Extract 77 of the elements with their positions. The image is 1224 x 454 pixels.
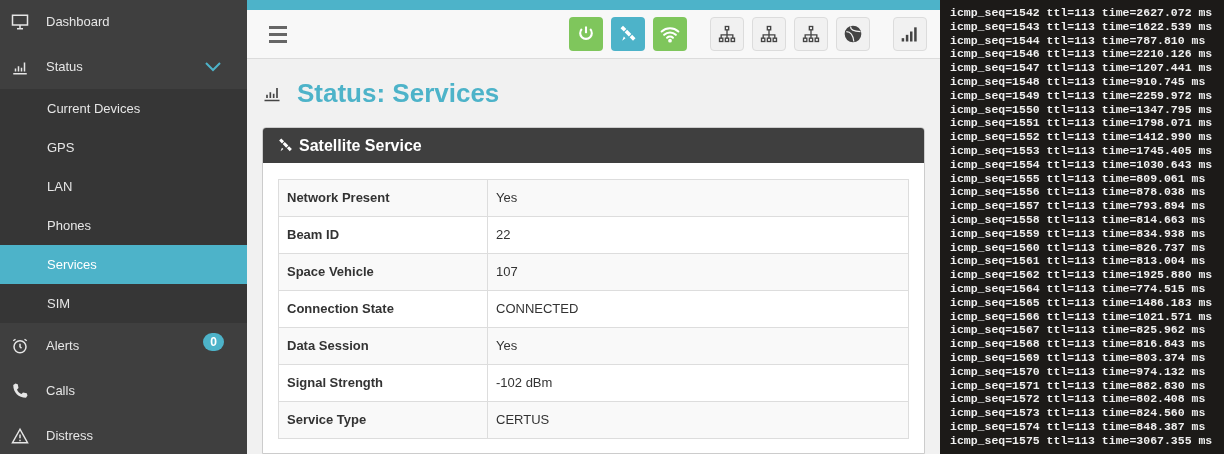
chevron-down-icon[interactable] xyxy=(205,60,221,73)
table-cell: 22 xyxy=(487,216,909,254)
table-cell: 107 xyxy=(487,253,909,291)
terminal-line: icmp_seq=1553 ttl=113 time=1745.405 ms xyxy=(950,143,1214,158)
table-cell: Connection State xyxy=(278,290,488,328)
sidebar-item[interactable]: Status xyxy=(0,44,247,89)
table-cell: -102 dBm xyxy=(487,364,909,402)
terminal-line: icmp_seq=1562 ttl=113 time=1925.880 ms xyxy=(950,268,1214,282)
submenu-item[interactable]: LAN xyxy=(0,167,247,206)
sidebar-item[interactable]: Dashboard xyxy=(0,0,247,44)
terminal-line: icmp_seq=1559 ttl=113 time=834.938 ms xyxy=(950,226,1207,241)
terminal-line: icmp_seq=1542 ttl=113 time=2627.072 ms xyxy=(950,6,1214,20)
table-cell: Service Type xyxy=(278,401,488,439)
terminal-line: icmp_seq=1572 ttl=113 time=802.408 ms xyxy=(950,392,1207,407)
terminal-line: icmp_seq=1549 ttl=113 time=2259.972 ms xyxy=(950,88,1214,103)
terminal-line: icmp_seq=1561 ttl=113 time=813.004 ms xyxy=(950,254,1207,269)
table-cell: Yes xyxy=(487,327,909,365)
table-cell: CONNECTED xyxy=(487,290,909,328)
terminal-line: icmp_seq=1565 ttl=113 time=1486.183 ms xyxy=(950,295,1214,310)
signal-icon xyxy=(900,24,920,44)
terminal-line: icmp_seq=1574 ttl=113 time=848.387 ms xyxy=(950,419,1207,434)
terminal-line: icmp_seq=1570 ttl=113 time=974.132 ms xyxy=(950,364,1207,379)
terminal-line: icmp_seq=1551 ttl=113 time=1798.071 ms xyxy=(950,116,1214,131)
terminal-line: icmp_seq=1547 ttl=113 time=1207.441 ms xyxy=(950,61,1214,75)
status-button[interactable] xyxy=(794,17,828,51)
submenu-item[interactable]: SIM xyxy=(0,284,247,323)
terminal-line: icmp_seq=1557 ttl=113 time=793.894 ms xyxy=(950,199,1207,213)
network-icon xyxy=(801,24,821,44)
alarm-clock-icon xyxy=(11,336,29,355)
terminal-line: icmp_seq=1569 ttl=113 time=803.374 ms xyxy=(950,350,1207,365)
monitor-icon xyxy=(11,12,29,31)
terminal-line: icmp_seq=1548 ttl=113 time=910.745 ms xyxy=(950,75,1207,89)
terminal-line: icmp_seq=1550 ttl=113 time=1347.795 ms xyxy=(950,102,1214,117)
network-icon xyxy=(717,24,737,44)
terminal-line: icmp_seq=1575 ttl=113 time=3067.355 ms xyxy=(950,433,1214,448)
panel-title: Satellite Service xyxy=(299,135,422,156)
terminal-line: icmp_seq=1571 ttl=113 time=882.830 ms xyxy=(950,378,1207,393)
status-button[interactable] xyxy=(752,17,786,51)
table-cell: Network Present xyxy=(278,179,488,217)
status-button[interactable] xyxy=(836,17,870,51)
table-cell: CERTUS xyxy=(487,401,909,439)
satellite-icon xyxy=(277,137,294,154)
terminal-line: icmp_seq=1564 ttl=113 time=774.515 ms xyxy=(950,281,1207,296)
status-button[interactable] xyxy=(893,17,927,51)
terminal-line: icmp_seq=1566 ttl=113 time=1021.571 ms xyxy=(950,309,1214,324)
menu-icon[interactable] xyxy=(269,25,287,43)
terminal-line: icmp_seq=1544 ttl=113 time=787.810 ms xyxy=(950,33,1207,48)
sidebar-item[interactable]: Distress xyxy=(0,413,247,454)
table-cell: Signal Strength xyxy=(278,364,488,402)
terminal-line: icmp_seq=1573 ttl=113 time=824.560 ms xyxy=(950,406,1207,420)
terminal-line: icmp_seq=1560 ttl=113 time=826.737 ms xyxy=(950,240,1207,255)
terminal-line: icmp_seq=1567 ttl=113 time=825.962 ms xyxy=(950,323,1207,338)
submenu-item[interactable]: Current Devices xyxy=(0,89,247,128)
network-icon xyxy=(759,24,779,44)
terminal-line: icmp_seq=1543 ttl=113 time=1622.539 ms xyxy=(950,19,1214,34)
table-cell: Data Session xyxy=(278,327,488,365)
table-cell: Beam ID xyxy=(278,216,488,254)
sidebar-item[interactable]: Calls xyxy=(0,368,247,413)
warning-icon xyxy=(11,426,29,445)
count-badge: 0 xyxy=(203,333,224,351)
terminal-line: icmp_seq=1568 ttl=113 time=816.843 ms xyxy=(950,337,1207,351)
terminal-line: icmp_seq=1546 ttl=113 time=2210.126 ms xyxy=(950,47,1214,62)
page-title: Status: Services xyxy=(297,76,500,110)
terminal-line: icmp_seq=1558 ttl=113 time=814.663 ms xyxy=(950,212,1207,227)
sidebar-item[interactable]: Alerts 0 xyxy=(0,323,247,368)
status-button[interactable] xyxy=(710,17,744,51)
submenu-item[interactable]: Phones xyxy=(0,206,247,245)
terminal-line: icmp_seq=1554 ttl=113 time=1030.643 ms xyxy=(950,157,1214,172)
terminal-line: icmp_seq=1556 ttl=113 time=878.038 ms xyxy=(950,185,1207,200)
table-cell: Yes xyxy=(487,179,909,217)
wifi-icon xyxy=(660,24,680,44)
phone-icon xyxy=(11,381,29,400)
terminal-line: icmp_seq=1552 ttl=113 time=1412.990 ms xyxy=(950,130,1214,144)
submenu-item[interactable]: GPS xyxy=(0,128,247,167)
table-cell: Space Vehicle xyxy=(278,253,488,291)
globe-icon xyxy=(843,24,863,44)
terminal-line: icmp_seq=1555 ttl=113 time=809.061 ms xyxy=(950,171,1207,186)
